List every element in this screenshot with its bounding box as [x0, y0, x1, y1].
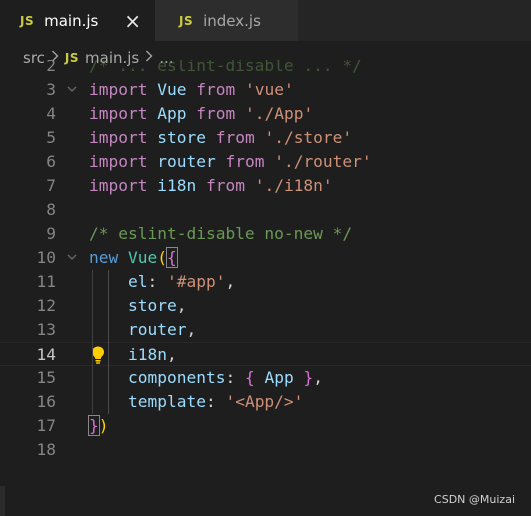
code-text: import store from './store'	[89, 128, 353, 147]
line-number: 5	[46, 128, 56, 147]
line-number: 17	[36, 416, 57, 435]
line-number: 9	[46, 224, 56, 243]
code-line[interactable]: 10 new Vue({	[0, 246, 531, 270]
line-number: 2	[46, 60, 56, 75]
code-text: router,	[127, 320, 197, 339]
line-number: 12	[36, 296, 57, 315]
code-line[interactable]: 2 /* ... eslint-disable ... */	[0, 60, 531, 78]
line-number: 3	[46, 80, 56, 99]
code-text: import i18n from './i18n'	[89, 176, 333, 195]
line-number: 18	[36, 440, 57, 459]
code-text: import Vue from 'vue'	[89, 80, 294, 99]
code-line[interactable]: 9 /* eslint-disable no-new */	[0, 222, 531, 246]
code-line[interactable]: 5 import store from './store'	[0, 126, 531, 150]
line-number: 7	[46, 176, 56, 195]
scrollbar[interactable]	[0, 486, 5, 516]
js-file-icon: JS	[179, 13, 194, 28]
code-text: import App from './App'	[89, 104, 314, 123]
code-line[interactable]: 13 router,	[0, 318, 531, 342]
js-file-icon: JS	[20, 13, 35, 28]
code-text: /* eslint-disable no-new */	[89, 224, 353, 243]
line-number: 6	[46, 152, 56, 171]
code-line[interactable]: 7 import i18n from './i18n'	[0, 174, 531, 198]
line-number: 10	[36, 248, 57, 267]
line-number: 13	[36, 320, 57, 339]
code-text: import router from './router'	[89, 152, 372, 171]
code-editor[interactable]: 2 /* ... eslint-disable ... */ 3 import Vue…	[0, 60, 531, 480]
code-line[interactable]: 16 template: '<App/>'	[0, 390, 531, 414]
line-number: 4	[46, 104, 56, 123]
indent-guide	[108, 270, 109, 414]
code-line[interactable]: 14 i18n,	[0, 342, 531, 366]
code-text: store,	[127, 296, 187, 315]
code-line[interactable]: 3 import Vue from 'vue'	[0, 78, 531, 102]
code-line[interactable]: 17})	[0, 414, 531, 438]
code-line[interactable]: 11 el: '#app',	[0, 270, 531, 294]
close-icon[interactable]: ×	[122, 11, 143, 31]
code-text: el: '#app',	[127, 272, 236, 291]
line-number: 15	[36, 368, 57, 387]
tab-main-js[interactable]: JS main.js ×	[0, 0, 155, 41]
code-text: new Vue({	[89, 247, 178, 268]
line-number: 8	[46, 200, 56, 219]
code-line[interactable]: 4 import App from './App'	[0, 102, 531, 126]
tab-label: main.js	[44, 11, 99, 30]
watermark: CSDN @Muizai	[434, 493, 515, 506]
code-text: components: { App },	[127, 368, 323, 387]
tab-bar: JS main.js × JS index.js	[0, 0, 531, 42]
code-line[interactable]: 18	[0, 438, 531, 462]
code-text: /* ... eslint-disable ... */	[89, 60, 362, 75]
line-number: 14	[36, 345, 57, 364]
code-line[interactable]: 8	[0, 198, 531, 222]
tab-label: index.js	[203, 11, 261, 30]
line-number: 11	[36, 272, 57, 291]
line-number: 16	[36, 392, 57, 411]
code-text: template: '<App/>'	[127, 392, 304, 411]
code-text: })	[88, 415, 109, 436]
tab-index-js[interactable]: JS index.js	[155, 0, 298, 41]
code-line[interactable]: 6 import router from './router'	[0, 150, 531, 174]
code-line[interactable]: 15 components: { App },	[0, 366, 531, 390]
code-line[interactable]: 12 store,	[0, 294, 531, 318]
indent-guide	[92, 270, 93, 414]
